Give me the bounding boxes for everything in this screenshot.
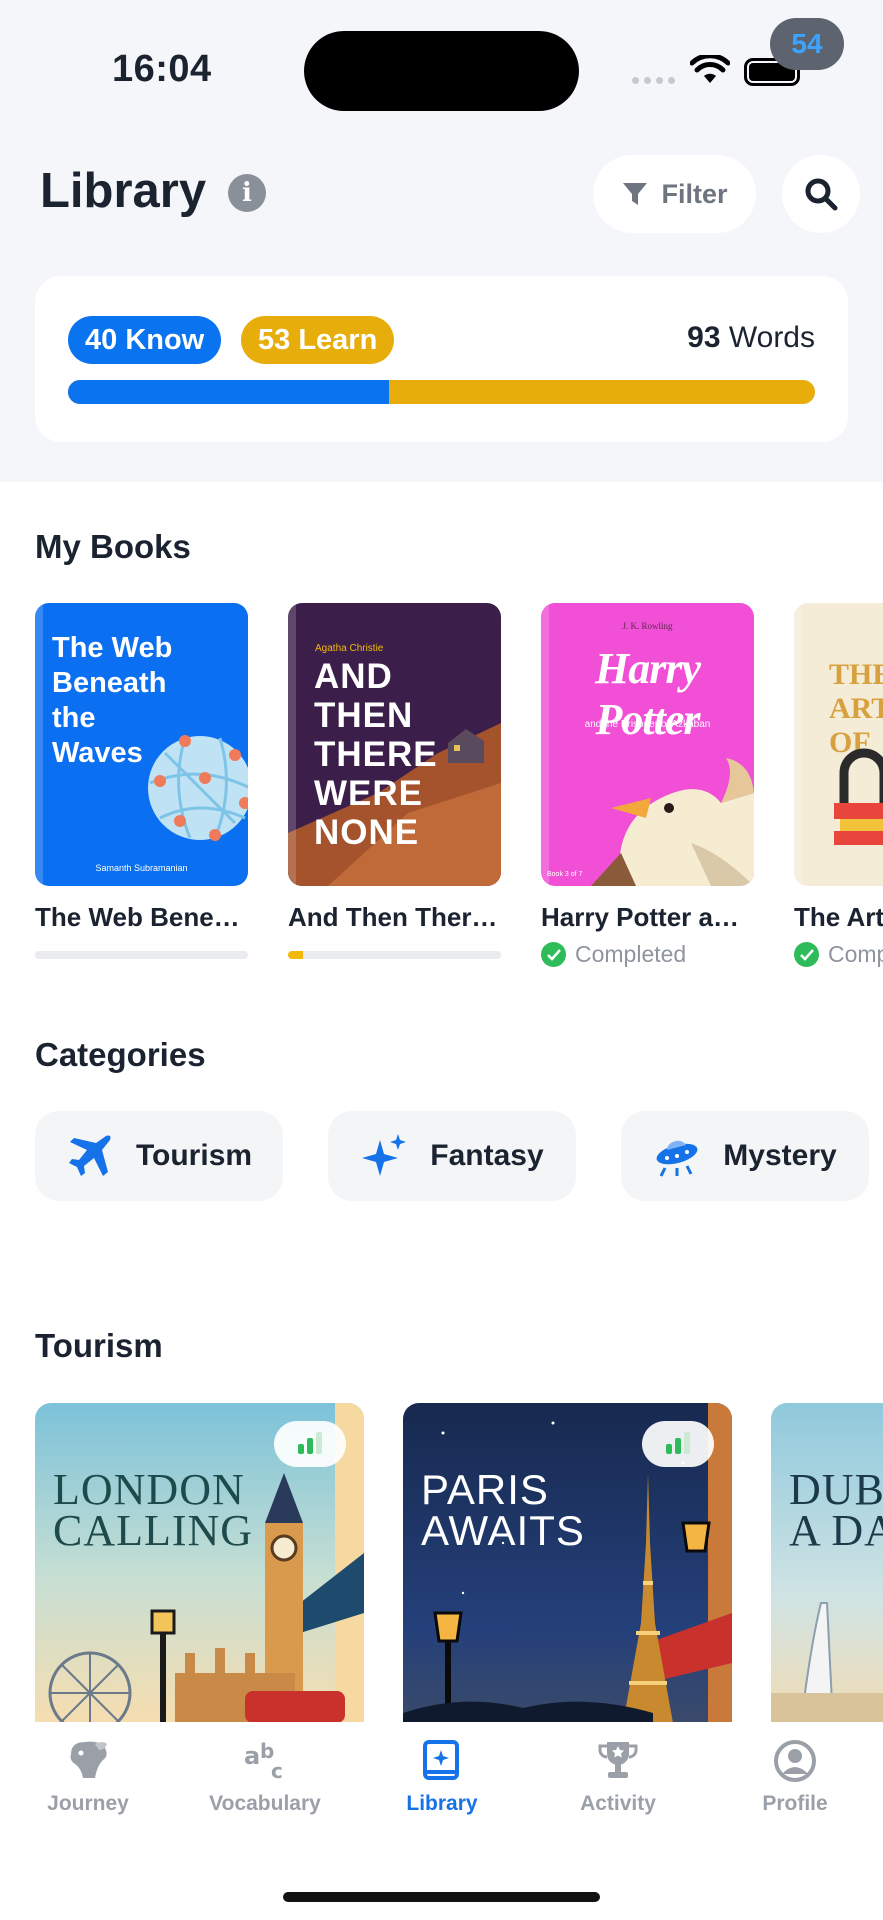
book-item[interactable]: THE ART OF The Art Comp <box>794 603 883 983</box>
book-cover: THE ART OF <box>794 603 883 886</box>
search-button[interactable] <box>782 155 860 233</box>
dubai-illustration <box>771 1602 883 1723</box>
word-stats-card[interactable]: 40 Know 53 Learn 93 Words <box>35 276 848 442</box>
story-card-dubai[interactable]: DUB A DA <box>771 1403 883 1723</box>
tab-activity[interactable]: Activity <box>538 1738 698 1816</box>
book-title: The Art <box>794 902 883 932</box>
svg-text:a: a <box>244 1742 260 1770</box>
book-title: Harry Potter an… <box>541 902 754 932</box>
categories-list: Tourism Fantasy Mystery <box>35 1111 869 1201</box>
completed-label: Comp <box>828 941 883 967</box>
completed-status: Completed <box>541 941 754 968</box>
search-icon <box>805 178 838 211</box>
completed-label: Completed <box>575 941 687 967</box>
book-cover: J. K. Rowling Harry Potter and the Priso… <box>541 603 754 886</box>
checkmark-icon <box>794 942 819 967</box>
story-cover-title: DUB A DA <box>789 1465 883 1555</box>
dynamic-island <box>304 31 579 111</box>
bottom-tab-bar: Journey abc Vocabulary Library Activity … <box>0 1722 883 1920</box>
story-cover-title: PARIS AWAITS <box>421 1466 585 1554</box>
my-books-title: My Books <box>35 528 191 565</box>
tab-label: Vocabulary <box>209 1792 321 1815</box>
svg-text:c: c <box>271 1759 283 1783</box>
category-fantasy[interactable]: Fantasy <box>328 1111 576 1201</box>
home-indicator <box>283 1892 600 1902</box>
book-cover-author: Agatha Christie <box>315 643 384 654</box>
globe-network-icon <box>148 735 248 841</box>
book-cover-author: Samanth Subramanian <box>95 863 188 873</box>
profile-icon <box>774 1740 816 1782</box>
book-cover: The Web Beneath the Waves Samanth Subram… <box>35 603 248 886</box>
book-title: And Then Ther… <box>288 902 498 932</box>
tab-label: Activity <box>580 1792 656 1815</box>
trophy-icon <box>598 1742 638 1778</box>
completed-status: Comp <box>794 941 883 968</box>
book-item[interactable]: The Web Beneath the Waves Samanth Subram… <box>35 603 248 983</box>
book-cover-series: Book 3 of 7 <box>547 871 583 878</box>
tab-profile[interactable]: Profile <box>715 1738 875 1816</box>
category-label: Fantasy <box>430 1139 544 1172</box>
my-books-list: The Web Beneath the Waves Samanth Subram… <box>35 603 883 983</box>
status-time: 16:04 <box>112 48 212 90</box>
tourism-section-title: Tourism <box>35 1327 163 1364</box>
filter-button[interactable]: Filter <box>593 155 756 233</box>
tourism-stories-list: LONDON CALLING PARIS AWAITS DUB A DA <box>35 1403 883 1723</box>
story-card-paris[interactable]: PARIS AWAITS <box>403 1403 732 1723</box>
book-cover-subtitle: and the Prisoner of Azkaban <box>584 719 711 730</box>
difficulty-level-badge <box>274 1421 346 1467</box>
checkmark-icon <box>541 942 566 967</box>
book-progress-fill <box>288 951 303 959</box>
abc-icon: a bc <box>244 1739 283 1783</box>
library-book-icon <box>423 1740 459 1780</box>
categories-title: Categories <box>35 1036 206 1073</box>
wifi-icon <box>690 55 730 83</box>
story-card-london[interactable]: LONDON CALLING <box>35 1403 364 1723</box>
notification-count-badge[interactable]: 54 <box>770 18 844 70</box>
tab-vocabulary[interactable]: abc Vocabulary <box>185 1738 345 1816</box>
cover-art-illustration <box>834 748 883 845</box>
book-cover-title: AND THEN THERE WERE NONE <box>314 657 438 852</box>
sparkles-icon <box>362 1134 407 1176</box>
tab-journey[interactable]: Journey <box>8 1738 168 1816</box>
book-progress-bar <box>35 951 248 959</box>
category-tourism[interactable]: Tourism <box>35 1111 283 1201</box>
category-label: Mystery <box>723 1139 837 1172</box>
funnel-icon <box>623 183 648 205</box>
book-item[interactable]: J. K. Rowling Harry Potter and the Priso… <box>541 603 754 983</box>
know-progress-fill <box>68 380 390 404</box>
words-progress-bar <box>68 380 815 404</box>
words-count: 93 <box>687 321 721 354</box>
category-mystery[interactable]: Mystery <box>621 1111 869 1201</box>
page-title: Library <box>40 164 207 218</box>
learn-badge: 53 Learn <box>241 316 395 364</box>
cellular-signal-icon <box>632 77 675 84</box>
words-label: Words <box>728 321 815 354</box>
airplane-icon <box>68 1135 111 1176</box>
story-cover-title: LONDON CALLING <box>53 1465 254 1555</box>
tab-label: Journey <box>47 1792 129 1815</box>
filter-label: Filter <box>661 178 728 209</box>
book-progress-bar <box>288 951 501 959</box>
words-total: 93 Words <box>687 321 815 355</box>
book-title: The Web Bene… <box>35 902 240 932</box>
know-badge: 40 Know <box>68 316 222 364</box>
book-item[interactable]: Agatha Christie AND THEN THERE WERE NONE… <box>288 603 501 983</box>
category-label: Tourism <box>135 1139 253 1172</box>
book-cover: Agatha Christie AND THEN THERE WERE NONE <box>288 603 501 886</box>
tab-library[interactable]: Library <box>362 1738 522 1816</box>
book-cover-author: J. K. Rowling <box>622 621 673 631</box>
difficulty-level-badge <box>642 1421 714 1467</box>
ufo-icon <box>656 1140 698 1177</box>
tab-label: Library <box>406 1792 478 1815</box>
hippogriff-illustration <box>591 758 754 886</box>
tab-label: Profile <box>762 1792 828 1815</box>
mascot-icon <box>70 1741 107 1778</box>
info-icon[interactable]: i <box>228 174 266 212</box>
